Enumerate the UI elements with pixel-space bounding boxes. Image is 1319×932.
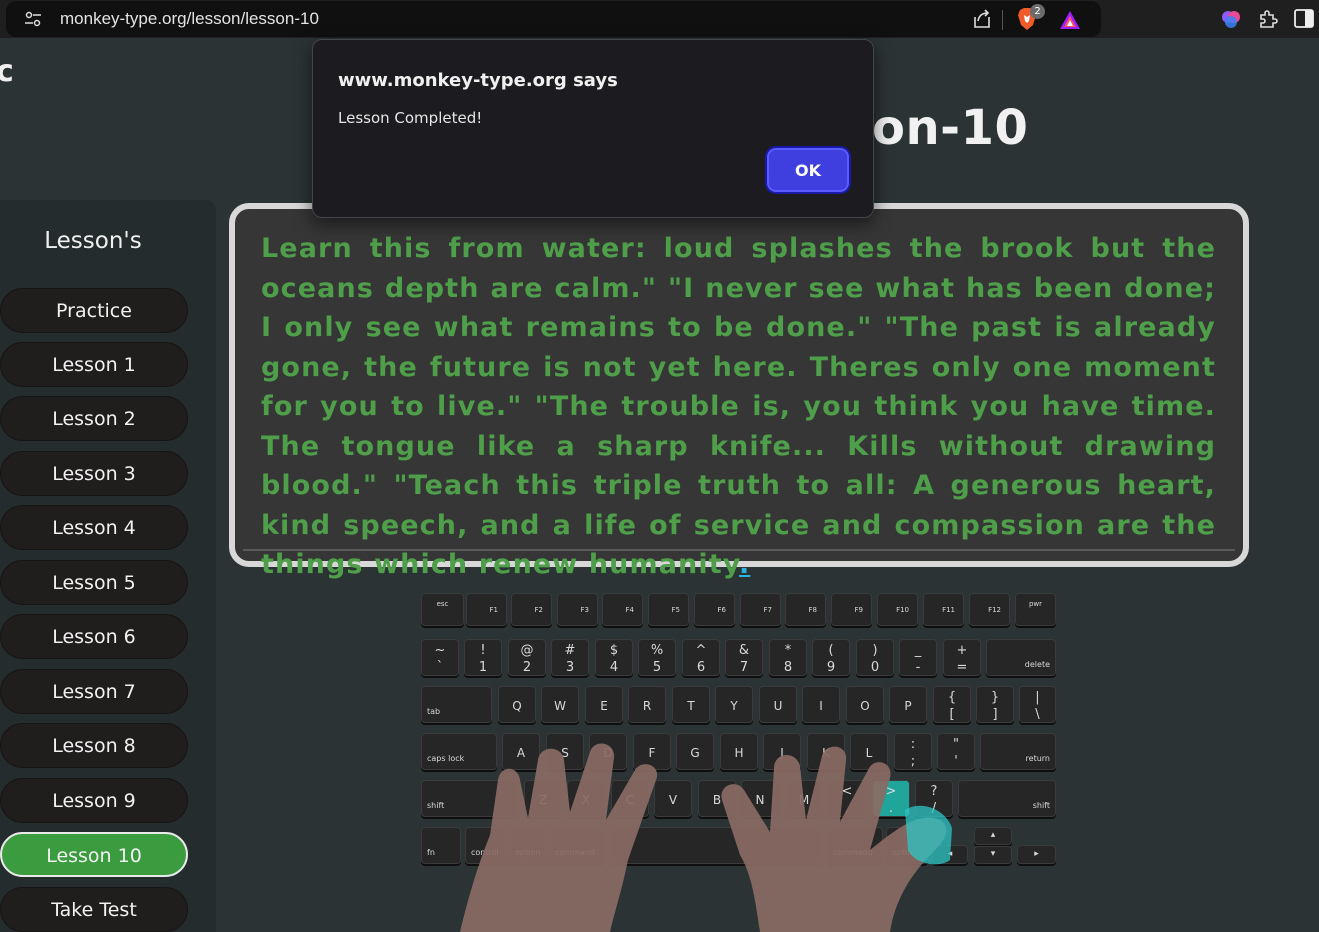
key-w: W [541, 686, 579, 723]
dialog-origin: www.monkey-type.org says [338, 70, 618, 91]
typed-text: Learn this from water: loud splashes the… [261, 233, 1216, 580]
key-9: (9 [812, 639, 850, 676]
cursor-char: . [738, 549, 751, 580]
key-q: Q [498, 686, 536, 723]
key-f6: F6 [694, 593, 735, 626]
typing-text-card[interactable]: Learn this from water: loud splashes the… [229, 203, 1249, 580]
site-settings-icon[interactable] [24, 11, 42, 27]
key-1: ! 1 [464, 639, 502, 676]
sidebar-title: Lesson's [44, 228, 142, 254]
sidebar-item-lesson-5[interactable]: Lesson 5 [0, 560, 188, 605]
key-delete: delete [986, 639, 1056, 676]
dialog-message: Lesson Completed! [338, 109, 483, 127]
key-p: P [889, 686, 927, 723]
key-f3: F3 [557, 593, 598, 626]
key-3: #3 [551, 639, 589, 676]
key-f10: F10 [877, 593, 918, 626]
leo-ai-icon[interactable] [1220, 8, 1242, 30]
key-arrow-right: ▸ [1017, 845, 1056, 864]
share-icon[interactable] [971, 8, 993, 30]
key-5: % 5 [638, 639, 676, 676]
shields-count-badge: 2 [1030, 4, 1045, 19]
browser-toolbar: monkey-type.org/lesson/lesson-10 2 [0, 0, 1319, 38]
extensions-icon[interactable] [1257, 8, 1279, 30]
key-f4: F4 [602, 593, 643, 626]
key-7: & 7 [725, 639, 763, 676]
sidebar-item-lesson-4[interactable]: Lesson 4 [0, 505, 188, 550]
sidebar-item-lesson-2[interactable]: Lesson 2 [0, 396, 188, 441]
sidebar-item-lesson-6[interactable]: Lesson 6 [0, 614, 188, 659]
ok-button[interactable]: OK [765, 146, 851, 194]
key-o: O [846, 686, 884, 723]
key-f12: F12 [969, 593, 1010, 626]
key-i: I [802, 686, 840, 723]
key-backslash: | \ [1019, 686, 1056, 723]
key-tab: tab [421, 686, 492, 723]
key-0: ) 0 [856, 639, 894, 676]
sidebar-item-practice[interactable]: Practice [0, 288, 188, 333]
sidebar-item-lesson-3[interactable]: Lesson 3 [0, 451, 188, 496]
key-u: U [759, 686, 797, 723]
key-r: R [628, 686, 666, 723]
key-f9: F9 [831, 593, 872, 626]
key-return: return [980, 733, 1056, 770]
key-backtick: ~ ` [421, 639, 459, 676]
typing-hands-illustration [460, 743, 952, 932]
lesson-text: Learn this from water: loud splashes the… [261, 229, 1216, 585]
key-esc: esc [421, 593, 464, 626]
page-title: on-10 [872, 100, 1029, 156]
toolbar-separator [1002, 10, 1003, 30]
site-logo-fragment: c [0, 54, 14, 89]
key-4: $4 [595, 639, 633, 676]
key-f1: F1 [466, 593, 507, 626]
key-right-bracket: }] [976, 686, 1014, 723]
key-t: T [672, 686, 710, 723]
key-8: * 8 [769, 639, 807, 676]
key-e: E [585, 686, 623, 723]
key-2: @2 [508, 639, 546, 676]
url-text[interactable]: monkey-type.org/lesson/lesson-10 [60, 9, 319, 29]
brave-rewards-icon[interactable] [1058, 9, 1082, 31]
alert-dialog: www.monkey-type.org says Lesson Complete… [312, 39, 874, 218]
key-f5: F5 [648, 593, 689, 626]
sidebar-item-lesson-9[interactable]: Lesson 9 [0, 778, 188, 823]
key-f11: F11 [923, 593, 964, 626]
key-left-bracket: {[ [933, 686, 971, 723]
key-f7: F7 [740, 593, 781, 626]
sidebar-item-lesson-1[interactable]: Lesson 1 [0, 342, 188, 387]
sidebar-item-take-test[interactable]: Take Test [0, 887, 188, 932]
key-6: ^ 6 [682, 639, 720, 676]
key-equals: + = [943, 639, 981, 676]
sidebar-item-lesson-7[interactable]: Lesson 7 [0, 669, 188, 714]
sidebar-item-lesson-8[interactable]: Lesson 8 [0, 723, 188, 768]
address-bar[interactable]: monkey-type.org/lesson/lesson-10 2 [6, 1, 1101, 37]
key-y: Y [715, 686, 753, 723]
lessons-sidebar: Lesson's Practice Lesson 1 Lesson 2 Less… [0, 200, 216, 932]
sidebar-item-lesson-10[interactable]: Lesson 10 [0, 832, 188, 877]
key-f8: F8 [785, 593, 826, 626]
key-f2: F2 [511, 593, 552, 626]
sidebar-toggle-icon[interactable] [1294, 9, 1314, 28]
key-minus: _ - [899, 639, 937, 676]
card-divider [243, 549, 1235, 551]
key-pwr: pwr [1015, 593, 1056, 626]
